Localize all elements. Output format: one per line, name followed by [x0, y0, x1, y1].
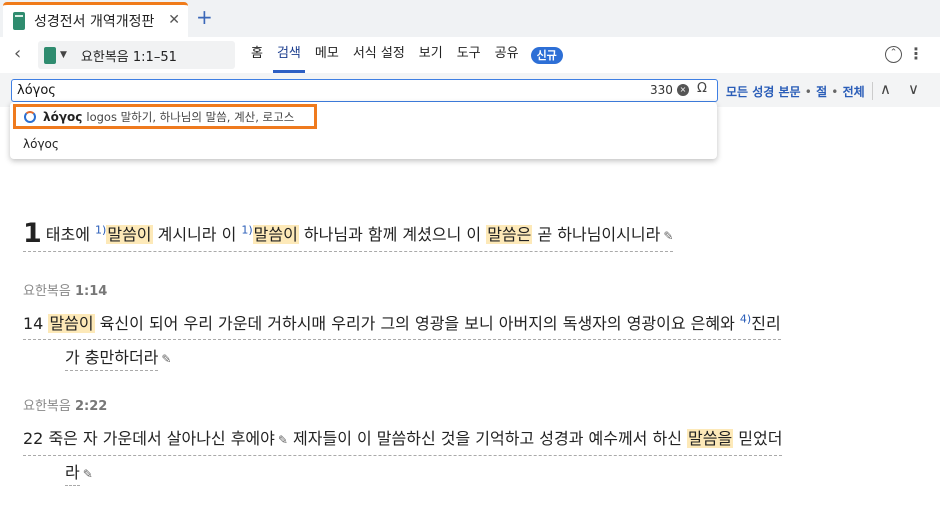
close-icon[interactable]: ✕: [168, 12, 180, 28]
verse-text: 태초에: [45, 225, 96, 244]
verse-number: 14: [23, 314, 44, 333]
search-suggestions: λόγος logos 말하기, 하나님의 말씀, 계산, 로고스 λόγος: [10, 102, 717, 159]
bible-text: 1 태초에 1)말씀이 계시니라 이 1)말씀이 하나님과 함께 계셨으니 이 말…: [0, 160, 940, 509]
menu-view[interactable]: 보기: [412, 37, 450, 73]
verse-text: 계시니라 이: [152, 225, 242, 244]
book-icon: [13, 12, 25, 30]
chevron-down-icon[interactable]: ∨: [908, 80, 919, 98]
reference-heading[interactable]: 요한복음 2:22: [23, 395, 107, 414]
tab-bar: 성경전서 개역개정판 ✕ +: [0, 0, 940, 37]
search-hit[interactable]: 말씀은: [486, 225, 533, 244]
scope-all-text[interactable]: 모든 성경 본문: [726, 85, 801, 99]
search-scope[interactable]: 모든 성경 본문 • 절 • 전체: [726, 83, 865, 100]
scope-verse[interactable]: 절: [816, 85, 827, 99]
clear-icon[interactable]: ×: [677, 84, 689, 96]
scope-dot: •: [804, 85, 812, 99]
verse-text: 진리: [751, 314, 781, 333]
new-badge[interactable]: 신규: [530, 46, 563, 64]
suggestion-word: λόγος: [43, 109, 83, 124]
suggestion-item[interactable]: λόγος: [23, 137, 59, 151]
omega-icon[interactable]: Ω: [697, 81, 707, 96]
menu-home[interactable]: 홈: [244, 37, 270, 73]
suggestion-item[interactable]: λόγος logos 말하기, 하나님의 말씀, 계산, 로고스: [13, 104, 317, 129]
menu-share[interactable]: 공유: [488, 37, 526, 73]
verse-text: 제자들이 이 말씀하신 것을 기억하고 성경과 예수께서 하신: [287, 429, 688, 448]
reference-heading[interactable]: 요한복음 1:14: [23, 280, 107, 299]
ref-book: 요한복음: [23, 284, 71, 299]
logos-icon: [24, 110, 36, 123]
scope-dot: •: [831, 85, 839, 99]
verse-number: 22: [23, 429, 44, 448]
verse-text: 곧 하나님이시니라: [532, 225, 661, 244]
suggestion-description: logos 말하기, 하나님의 말씀, 계산, 로고스: [86, 109, 295, 124]
ref-chapter: 1:14: [74, 284, 108, 299]
main-menu: 홈 검색 메모 서식 설정 보기 도구 공유 신규: [244, 37, 563, 73]
verse-text: 가 충만하더라: [65, 348, 159, 371]
verse-number: 1: [23, 218, 42, 249]
tab-bible[interactable]: 성경전서 개역개정판 ✕: [3, 2, 188, 37]
menu-tools[interactable]: 도구: [450, 37, 488, 73]
search-hit[interactable]: 말씀이: [106, 225, 153, 244]
verse-22-cont[interactable]: 라 ✎: [65, 461, 93, 486]
menu-notes[interactable]: 메모: [308, 37, 346, 73]
footnote-marker[interactable]: 1): [95, 224, 106, 237]
add-tab-button[interactable]: +: [196, 6, 213, 28]
footnote-marker[interactable]: 1): [241, 224, 252, 237]
pencil-icon[interactable]: ✎: [83, 462, 93, 486]
verse-text: 믿었더: [733, 429, 783, 448]
more-icon[interactable]: ⋮: [908, 43, 924, 65]
verse-text: 죽은 자 가운데서 살아나신 후에야: [48, 429, 275, 448]
verse-text: 육신이 되어 우리 가운데 거하시매 우리가 그의 영광을 보니 아버지의 독생…: [94, 314, 740, 333]
pencil-icon[interactable]: ✎: [161, 347, 171, 371]
book-icon: [44, 46, 56, 64]
pencil-icon[interactable]: ✎: [663, 224, 673, 248]
divider: [872, 82, 873, 100]
scope-all[interactable]: 전체: [843, 85, 865, 99]
verse-22[interactable]: 22 죽은 자 가운데서 살아나신 후에야 ✎ 제자들이 이 말씀하신 것을 기억…: [23, 427, 783, 456]
chevron-up-icon[interactable]: ∧: [880, 80, 891, 98]
chevron-down-icon[interactable]: ▼: [60, 50, 67, 60]
verse-14-cont[interactable]: 가 충만하더라 ✎: [65, 346, 171, 371]
verse-text: 하나님과 함께 계셨으니 이: [298, 225, 487, 244]
verse-text: 라: [65, 463, 80, 486]
menu-format[interactable]: 서식 설정: [346, 37, 412, 73]
search-hit[interactable]: 말씀을: [687, 429, 734, 448]
result-count: 330: [650, 83, 673, 97]
tab-title: 성경전서 개역개정판: [34, 14, 155, 30]
reference-selector[interactable]: ▼ 요한복음 1:1–51: [38, 41, 235, 69]
back-icon[interactable]: ‹: [14, 45, 21, 63]
verse-14[interactable]: 14 말씀이 육신이 되어 우리 가운데 거하시매 우리가 그의 영광을 보니 …: [23, 312, 781, 340]
ref-book: 요한복음: [23, 399, 71, 414]
search-hit[interactable]: 말씀이: [252, 225, 299, 244]
toolbar: ‹ ▼ 요한복음 1:1–51 홈 검색 메모 서식 설정 보기 도구 공유 신…: [0, 37, 940, 73]
pencil-icon[interactable]: ✎: [278, 428, 288, 452]
ref-chapter: 2:22: [74, 399, 108, 414]
footnote-marker[interactable]: 4): [740, 313, 751, 326]
search-hit[interactable]: 말씀이: [48, 314, 95, 333]
menu-search[interactable]: 검색: [270, 37, 308, 73]
collapse-icon[interactable]: ⌃: [885, 46, 902, 63]
verse-1[interactable]: 1 태초에 1)말씀이 계시니라 이 1)말씀이 하나님과 함께 계셨으니 이 말…: [23, 220, 674, 252]
reference-text: 요한복음 1:1–51: [80, 49, 177, 65]
search-input[interactable]: [11, 79, 718, 102]
